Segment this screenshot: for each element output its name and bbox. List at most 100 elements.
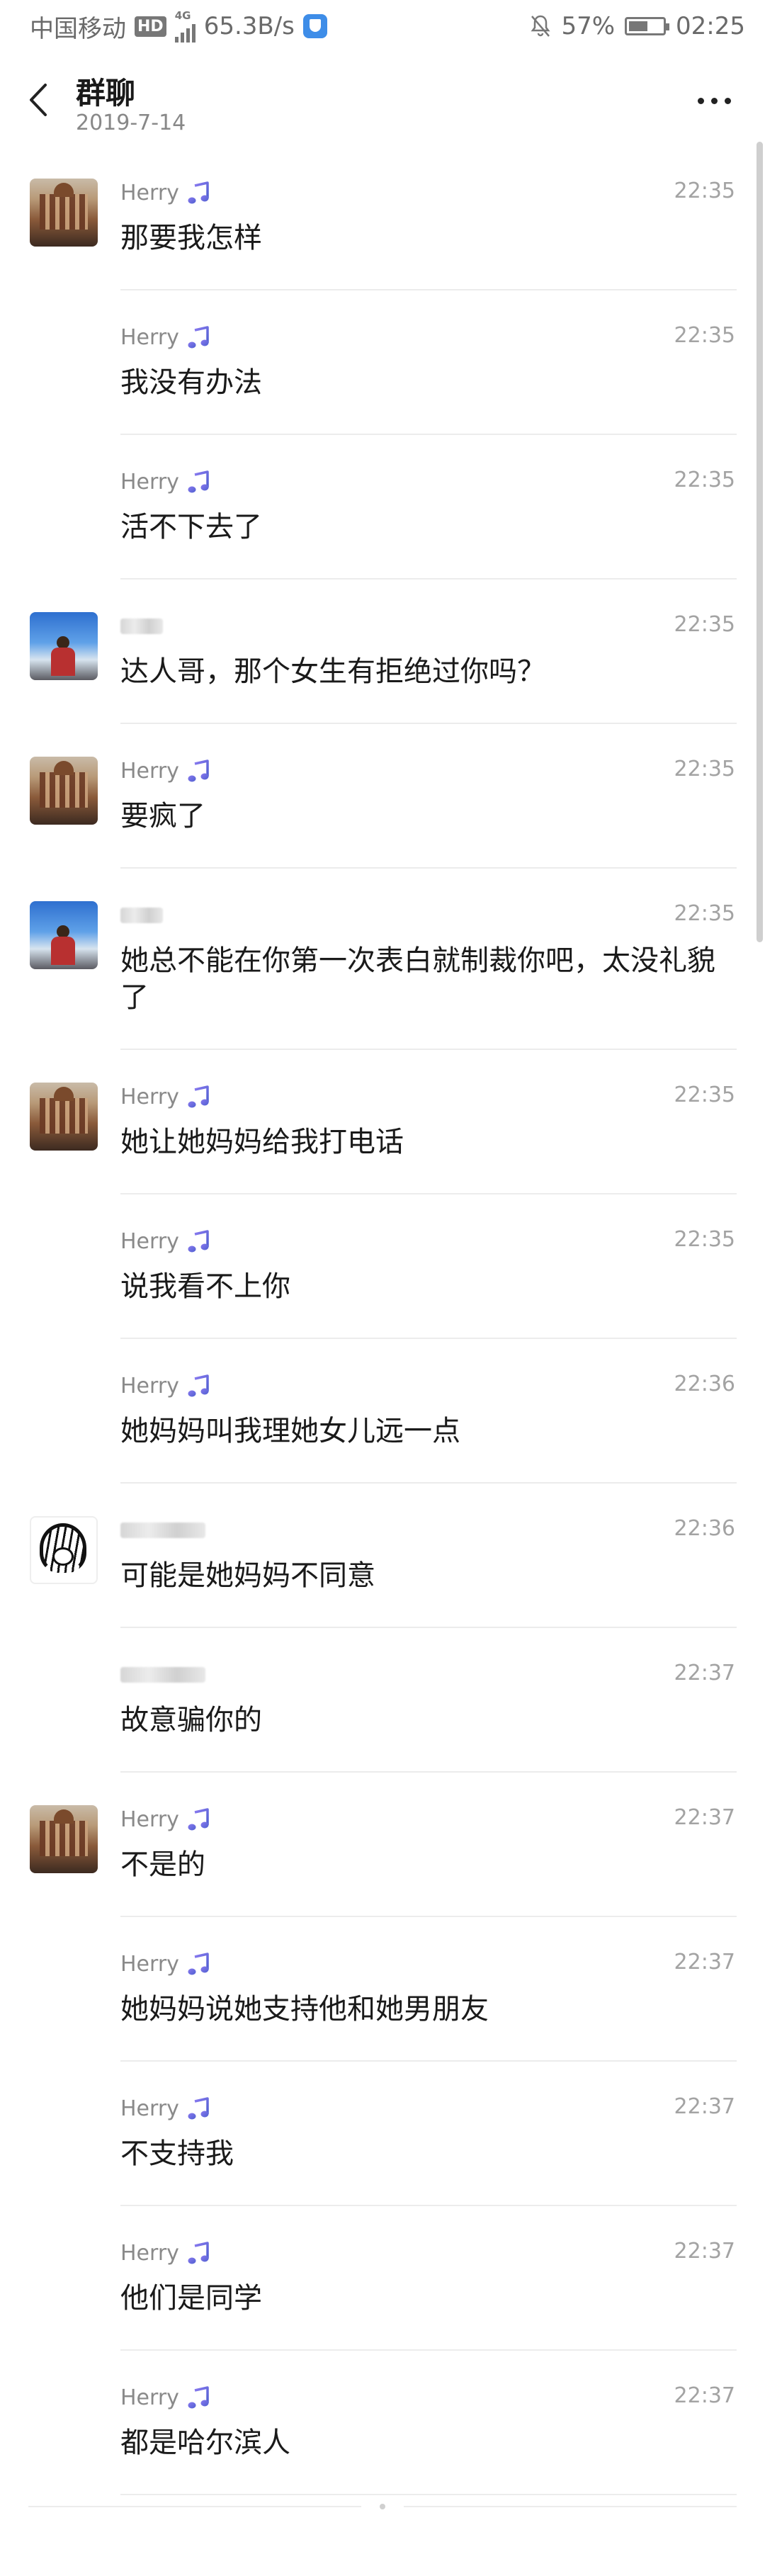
message-text: 故意骗你的 [120, 1704, 262, 1736]
sender-name-redacted [120, 1523, 205, 1538]
message-row[interactable]: Herry 22:37 不支持我 [0, 2062, 765, 2206]
avatar[interactable] [30, 1083, 98, 1151]
more-options-icon[interactable] [693, 79, 735, 122]
sender-name: Herry [120, 1373, 179, 1399]
music-note-icon [186, 469, 212, 495]
message-time: 22:35 [674, 901, 735, 926]
sender-name: Herry [120, 2385, 179, 2410]
music-note-icon [186, 2385, 212, 2410]
sender-name: Herry [120, 2096, 179, 2121]
message-row[interactable]: 22:35 她总不能在你第一次表白就制裁你吧，太没礼貌了 [0, 869, 765, 1050]
message-meta: Herry [120, 1372, 212, 1400]
message-meta: Herry [120, 1227, 212, 1255]
message-time: 22:35 [674, 612, 735, 637]
music-note-icon [186, 1373, 212, 1399]
message-row[interactable]: Herry 22:37 都是哈尔滨人 [0, 2351, 765, 2495]
sender-name-redacted [120, 908, 163, 923]
message-time: 22:37 [674, 2094, 735, 2119]
avatar[interactable] [30, 757, 98, 825]
message-text: 活不下去了 [120, 511, 262, 543]
message-row[interactable]: Herry 22:35 我没有办法 [0, 290, 765, 435]
message-row[interactable]: Herry 22:35 活不下去了 [0, 435, 765, 580]
message-time: 22:35 [674, 468, 735, 492]
message-text: 她妈妈叫我理她女儿远一点 [120, 1415, 460, 1447]
message-time: 22:36 [674, 1372, 735, 1396]
message-time: 22:37 [674, 2239, 735, 2264]
sender-name: Herry [120, 1807, 179, 1832]
music-note-icon [186, 2240, 212, 2266]
message-meta: Herry [120, 468, 212, 496]
message-meta: Herry [120, 757, 212, 785]
music-note-icon [186, 2096, 212, 2121]
message-meta: Herry [120, 1083, 212, 1111]
message-row[interactable]: Herry 22:36 她妈妈叫我理她女儿远一点 [0, 1339, 765, 1484]
divider [404, 2506, 737, 2507]
message-text: 要疯了 [120, 800, 205, 832]
message-row[interactable]: Herry 22:37 不是的 [0, 1773, 765, 1917]
divider [28, 2506, 361, 2507]
battery-percent: 57% [561, 12, 616, 40]
message-row[interactable]: Herry 22:37 她妈妈说她支持他和她男朋友 [0, 1917, 765, 2062]
message-meta: Herry [120, 1805, 212, 1834]
message-time: 22:35 [674, 323, 735, 348]
signal-icon: 4G [174, 10, 196, 43]
message-row[interactable]: 22:35 达人哥，那个女生有拒绝过你吗？ [0, 580, 765, 724]
message-time: 22:37 [674, 1661, 735, 1685]
message-time: 22:36 [674, 1516, 735, 1541]
avatar[interactable] [30, 1516, 98, 1584]
status-left: 中国移动 HD 4G 65.3B/s [30, 9, 327, 44]
message-text: 达人哥，那个女生有拒绝过你吗？ [120, 655, 545, 688]
sender-name: Herry [120, 180, 179, 205]
sender-name: Herry [120, 324, 179, 350]
message-meta: Herry [120, 179, 212, 207]
message-text: 说我看不上你 [120, 1270, 290, 1303]
sender-name-redacted [120, 618, 163, 634]
message-time: 22:37 [674, 2383, 735, 2408]
message-row[interactable]: Herry 22:35 她让她妈妈给我打电话 [0, 1050, 765, 1194]
status-bar: 中国移动 HD 4G 65.3B/s 57% 02:25 [0, 0, 765, 54]
message-meta: Herry [120, 2239, 212, 2267]
message-time: 22:35 [674, 757, 735, 781]
shield-icon [302, 14, 327, 38]
sender-name: Herry [120, 2240, 179, 2266]
avatar[interactable] [30, 1805, 98, 1873]
hd-badge: HD [135, 16, 166, 37]
avatar[interactable] [30, 612, 98, 680]
message-time: 22:37 [674, 1950, 735, 1975]
avatar[interactable] [30, 901, 98, 969]
message-row[interactable]: Herry 22:37 他们是同学 [0, 2206, 765, 2351]
network-speed: 65.3B/s [203, 12, 295, 40]
music-note-icon [186, 180, 212, 205]
divider [120, 2494, 737, 2495]
message-text: 她妈妈说她支持他和她男朋友 [120, 1993, 489, 2026]
message-meta [120, 1516, 205, 1544]
avatar[interactable] [30, 179, 98, 247]
message-meta: Herry [120, 323, 212, 351]
message-time: 22:37 [674, 1805, 735, 1830]
carrier-label: 中国移动 [30, 14, 126, 43]
message-row[interactable]: Herry 22:35 要疯了 [0, 724, 765, 869]
message-text: 她让她妈妈给我打电话 [120, 1126, 404, 1158]
chat-header: 群聊 2019-7-14 [0, 54, 765, 147]
chat-date: 2019-7-14 [76, 111, 186, 135]
load-more-indicator [380, 2504, 385, 2509]
sender-name: Herry [120, 1228, 179, 1254]
message-time: 22:35 [674, 1083, 735, 1107]
music-note-icon [186, 1807, 212, 1832]
message-row[interactable]: 22:36 可能是她妈妈不同意 [0, 1484, 765, 1628]
message-text: 不是的 [120, 1848, 205, 1881]
message-row[interactable]: 22:37 故意骗你的 [0, 1628, 765, 1773]
message-meta [120, 901, 163, 930]
message-meta: Herry [120, 1950, 212, 1978]
sender-name: Herry [120, 469, 179, 495]
music-note-icon [186, 758, 212, 784]
message-text: 他们是同学 [120, 2282, 262, 2315]
message-row[interactable]: Herry 22:35 那要我怎样 [0, 146, 765, 290]
music-note-icon [186, 324, 212, 350]
message-row[interactable]: Herry 22:35 说我看不上你 [0, 1194, 765, 1339]
message-meta [120, 1661, 205, 1689]
message-text: 她总不能在你第一次表白就制裁你吧，太没礼貌了 [120, 944, 715, 1014]
message-text: 我没有办法 [120, 366, 262, 399]
back-icon[interactable] [21, 77, 57, 123]
message-time: 22:35 [674, 1227, 735, 1252]
